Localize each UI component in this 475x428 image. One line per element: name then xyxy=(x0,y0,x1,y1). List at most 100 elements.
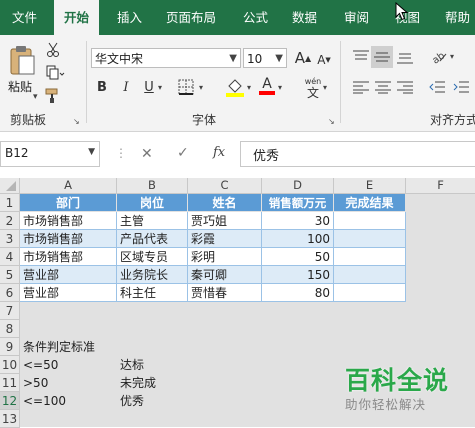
underline-dropdown-icon[interactable]: ▾ xyxy=(158,83,162,92)
table-cell[interactable]: 科主任 xyxy=(117,284,188,302)
table-cell[interactable]: 产品代表 xyxy=(117,230,188,248)
grip-icon[interactable]: ⋮ xyxy=(115,146,127,160)
font-color-icon[interactable]: A xyxy=(258,75,276,97)
column-header[interactable]: C xyxy=(188,178,262,194)
borders-dropdown-icon[interactable]: ▾ xyxy=(199,83,203,92)
table-header-cell[interactable]: 岗位 xyxy=(117,194,188,212)
align-right-icon[interactable] xyxy=(396,78,414,96)
copy-icon[interactable] xyxy=(44,64,66,82)
increase-indent-icon[interactable] xyxy=(452,78,470,96)
table-cell[interactable]: 100 xyxy=(262,230,334,248)
increase-font-icon[interactable]: A ▲ xyxy=(293,48,313,68)
font-name-select[interactable]: 华文中宋 ▼ xyxy=(91,48,241,68)
decrease-font-icon[interactable]: A ▼ xyxy=(314,50,334,70)
criteria-cell[interactable]: >50 xyxy=(20,374,117,392)
fill-color-icon[interactable] xyxy=(224,76,246,98)
table-cell[interactable]: 彩霞 xyxy=(188,230,262,248)
column-header[interactable]: E xyxy=(334,178,406,194)
row-header[interactable]: 13 xyxy=(0,410,20,428)
row-header[interactable]: 2 xyxy=(0,212,20,230)
criteria-cell[interactable]: 未完成 xyxy=(117,374,188,392)
decrease-indent-icon[interactable] xyxy=(428,78,446,96)
paste-dropdown-icon[interactable]: ▾ xyxy=(33,92,38,102)
fill-dropdown-icon[interactable]: ▾ xyxy=(247,83,251,92)
name-box[interactable]: B12 ▼ xyxy=(0,141,100,167)
enter-icon[interactable]: ✓ xyxy=(177,145,189,161)
row-header[interactable]: 6 xyxy=(0,284,20,302)
formula-input[interactable]: 优秀 xyxy=(240,141,475,167)
table-cell[interactable]: 贾巧姐 xyxy=(188,212,262,230)
table-cell[interactable] xyxy=(334,248,406,266)
row-header[interactable]: 5 xyxy=(0,266,20,284)
table-cell[interactable]: 30 xyxy=(262,212,334,230)
tab-home[interactable]: 开始 xyxy=(54,0,100,36)
tab-formulas[interactable]: 公式 xyxy=(243,0,268,35)
tab-insert[interactable]: 插入 xyxy=(117,0,142,35)
table-cell[interactable]: 150 xyxy=(262,266,334,284)
bold-button[interactable]: B xyxy=(93,78,111,96)
paste-label[interactable]: 粘贴 xyxy=(8,78,32,95)
clipboard-launcher-icon[interactable]: ↘ xyxy=(73,117,80,126)
criteria-title-cell[interactable]: 条件判定标准 xyxy=(20,338,117,356)
table-header-cell[interactable]: 销售额万元 xyxy=(262,194,334,212)
tab-data[interactable]: 数据 xyxy=(292,0,317,35)
phonetic-guide-icon[interactable]: wén 文 xyxy=(302,75,324,101)
align-middle-icon[interactable] xyxy=(371,46,393,68)
align-bottom-icon[interactable] xyxy=(396,48,414,66)
borders-icon[interactable] xyxy=(175,78,197,96)
orientation-icon[interactable]: ab xyxy=(428,46,450,66)
table-cell[interactable]: 营业部 xyxy=(20,284,117,302)
row-header-active[interactable]: 12 xyxy=(0,392,20,410)
table-cell[interactable]: 秦可卿 xyxy=(188,266,262,284)
table-cell[interactable]: 市场销售部 xyxy=(20,248,117,266)
criteria-cell[interactable]: 达标 xyxy=(117,356,188,374)
align-left-icon[interactable] xyxy=(352,78,370,96)
row-header[interactable]: 10 xyxy=(0,356,20,374)
table-cell[interactable] xyxy=(334,284,406,302)
italic-button[interactable]: I xyxy=(117,78,135,96)
table-cell[interactable]: 贾惜春 xyxy=(188,284,262,302)
table-cell[interactable] xyxy=(334,230,406,248)
column-header[interactable]: B xyxy=(117,178,188,194)
column-header[interactable]: F xyxy=(406,178,475,194)
font-color-dropdown-icon[interactable]: ▾ xyxy=(278,83,282,92)
row-header[interactable]: 1 xyxy=(0,194,20,212)
table-cell[interactable]: 彩明 xyxy=(188,248,262,266)
tab-review[interactable]: 审阅 xyxy=(344,0,369,35)
column-header[interactable]: D xyxy=(262,178,334,194)
table-cell[interactable]: 市场销售部 xyxy=(20,212,117,230)
table-header-cell[interactable]: 部门 xyxy=(20,194,117,212)
orientation-dropdown-icon[interactable]: ▾ xyxy=(450,52,454,61)
table-cell[interactable]: 营业部 xyxy=(20,266,117,284)
table-cell[interactable]: 80 xyxy=(262,284,334,302)
table-cell[interactable] xyxy=(334,266,406,284)
row-header[interactable]: 7 xyxy=(0,302,20,320)
cancel-icon[interactable]: ✕ xyxy=(141,146,153,162)
criteria-cell[interactable]: <=50 xyxy=(20,356,117,374)
row-header[interactable]: 3 xyxy=(0,230,20,248)
table-cell[interactable]: 50 xyxy=(262,248,334,266)
table-header-cell[interactable]: 姓名 xyxy=(188,194,262,212)
column-header[interactable]: A xyxy=(20,178,117,194)
phonetic-dropdown-icon[interactable]: ▾ xyxy=(323,83,327,92)
insert-function-icon[interactable]: fx xyxy=(213,145,225,160)
paste-icon[interactable] xyxy=(6,43,38,77)
tab-help[interactable]: 帮助 xyxy=(445,0,470,35)
tab-file[interactable]: 文件 xyxy=(12,0,37,35)
font-size-select[interactable]: 10 ▼ xyxy=(243,48,287,68)
selected-cell[interactable]: 优秀 xyxy=(117,392,188,410)
row-header[interactable]: 11 xyxy=(0,374,20,392)
select-all-corner[interactable] xyxy=(0,178,20,194)
table-cell[interactable] xyxy=(334,212,406,230)
table-cell[interactable]: 区域专员 xyxy=(117,248,188,266)
table-cell[interactable]: 主管 xyxy=(117,212,188,230)
table-cell[interactable]: 业务院长 xyxy=(117,266,188,284)
underline-button[interactable]: U xyxy=(140,78,158,96)
tab-page-layout[interactable]: 页面布局 xyxy=(166,0,216,35)
align-center-icon[interactable] xyxy=(374,78,392,96)
align-top-icon[interactable] xyxy=(352,48,370,66)
row-header[interactable]: 9 xyxy=(0,338,20,356)
cut-icon[interactable] xyxy=(44,41,62,59)
format-painter-icon[interactable] xyxy=(44,87,62,105)
font-launcher-icon[interactable]: ↘ xyxy=(328,117,335,126)
